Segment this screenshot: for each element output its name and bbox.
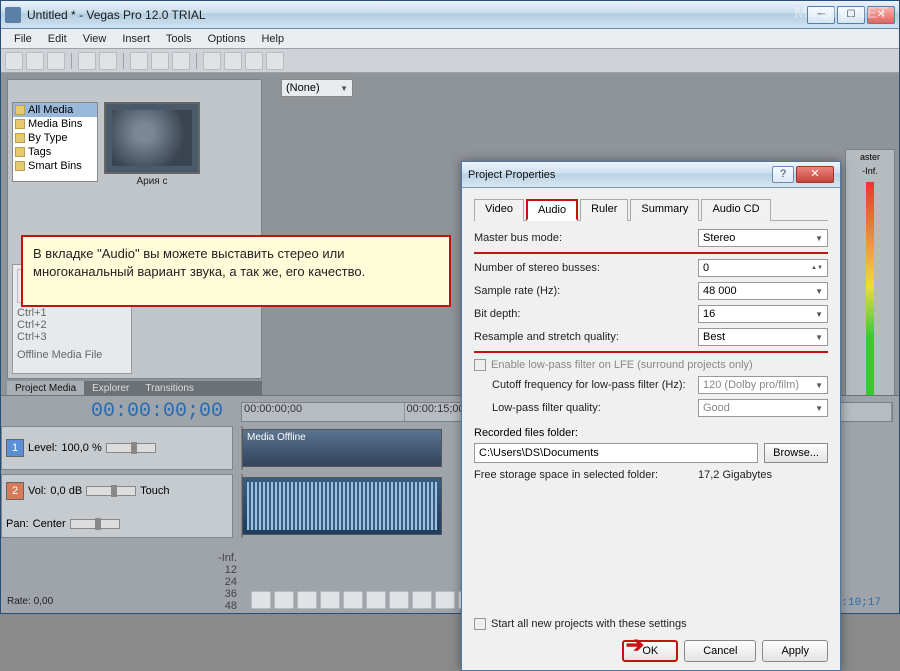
menubar: File Edit View Insert Tools Options Help [1, 29, 899, 49]
track-number: 1 [6, 439, 24, 457]
fx-none-dropdown[interactable]: (None)▼ [281, 79, 353, 97]
toolbar-button[interactable] [26, 52, 44, 70]
minimize-button[interactable]: ─ [807, 6, 835, 24]
toolbar-button[interactable] [224, 52, 242, 70]
free-space-value: 17,2 Gigabytes [698, 469, 828, 481]
apply-button[interactable]: Apply [762, 640, 828, 662]
sample-rate-dropdown[interactable]: 48 000▼ [698, 282, 828, 300]
tab-video[interactable]: Video [474, 199, 524, 221]
media-tree[interactable]: All Media Media Bins By Type Tags Smart … [12, 102, 98, 182]
video-track: 1 Level: 100,0 % Media Offline [1, 426, 233, 470]
dialog-titlebar[interactable]: Project Properties ? ✕ [462, 162, 840, 188]
main-toolbar [1, 49, 899, 73]
browse-button[interactable]: Browse... [764, 443, 828, 463]
dialog-title: Project Properties [468, 169, 555, 181]
tree-item[interactable]: By Type [28, 132, 68, 144]
video-clip[interactable]: Media Offline [242, 429, 442, 467]
automation-mode[interactable]: Touch [140, 485, 169, 497]
toolbar-button[interactable] [130, 52, 148, 70]
pause-icon[interactable] [343, 591, 363, 609]
toolbar-button[interactable] [151, 52, 169, 70]
lfe-checkbox[interactable] [474, 359, 486, 371]
menu-help[interactable]: Help [254, 31, 291, 47]
tree-item[interactable]: Tags [28, 146, 51, 158]
tree-item[interactable]: Media Bins [28, 118, 82, 130]
video-track-header[interactable]: 1 Level: 100,0 % [1, 426, 233, 470]
toolbar-button[interactable] [245, 52, 263, 70]
audio-track-header[interactable]: 2 Vol:0,0 dB Touch Pan:Center [1, 474, 233, 538]
help-icon[interactable]: ? [772, 166, 794, 183]
toolbar-button[interactable] [266, 52, 284, 70]
titlebar: Untitled * - Vegas Pro 12.0 TRIAL ─ ☐ ✕ [1, 1, 899, 29]
menu-insert[interactable]: Insert [115, 31, 157, 47]
loop-icon[interactable] [274, 591, 294, 609]
menu-file[interactable]: File [7, 31, 39, 47]
toolbar-button[interactable] [99, 52, 117, 70]
vol-slider[interactable] [86, 486, 136, 496]
tutorial-callout: В вкладке "Audio" вы можете выставить ст… [21, 235, 451, 307]
tree-item[interactable]: Smart Bins [28, 160, 82, 172]
maximize-button[interactable]: ☐ [837, 6, 865, 24]
toolbar-button[interactable] [78, 52, 96, 70]
menu-options[interactable]: Options [201, 31, 253, 47]
master-bus-dropdown[interactable]: Stereo▼ [698, 229, 828, 247]
project-properties-dialog: Project Properties ? ✕ Video Audio Ruler… [461, 161, 841, 671]
toolbar-button[interactable] [5, 52, 23, 70]
tab-summary[interactable]: Summary [630, 199, 699, 221]
toolbar-button[interactable] [172, 52, 190, 70]
stereo-busses-field[interactable]: 0▲▼ [698, 259, 828, 277]
stop-icon[interactable] [366, 591, 386, 609]
window-title: Untitled * - Vegas Pro 12.0 TRIAL [27, 8, 206, 22]
level-slider[interactable] [106, 443, 156, 453]
arrow-icon: ➔ [626, 632, 644, 658]
project-media-panel: All Media Media Bins By Type Tags Smart … [7, 79, 262, 379]
recorded-folder-label: Recorded files folder: [474, 427, 828, 439]
lpf-quality-dropdown: Good▼ [698, 399, 828, 417]
prev-frame-icon[interactable] [435, 591, 455, 609]
audio-track: 2 Vol:0,0 dB Touch Pan:Center -Inf. 12 2… [1, 474, 233, 538]
playback-rate[interactable]: Rate: 0,00 [7, 596, 53, 607]
menu-tools[interactable]: Tools [159, 31, 199, 47]
tab-audio[interactable]: Audio [526, 199, 578, 221]
start-all-checkbox[interactable] [474, 618, 486, 630]
timeline-transport [251, 591, 478, 609]
record-icon[interactable] [251, 591, 271, 609]
app-icon [5, 7, 21, 23]
media-thumbnail[interactable] [104, 102, 200, 174]
cancel-button[interactable]: Cancel [684, 640, 756, 662]
close-icon[interactable]: ✕ [796, 166, 834, 183]
toolbar-button[interactable] [203, 52, 221, 70]
play-icon[interactable] [320, 591, 340, 609]
pan-slider[interactable] [70, 519, 120, 529]
go-end-icon[interactable] [412, 591, 432, 609]
thumb-caption: Ария с [104, 176, 200, 187]
audio-clip[interactable] [242, 477, 442, 535]
dialog-tabs: Video Audio Ruler Summary Audio CD [474, 198, 828, 221]
play-start-icon[interactable] [297, 591, 317, 609]
resample-quality-dropdown[interactable]: Best▼ [698, 328, 828, 346]
bit-depth-dropdown[interactable]: 16▼ [698, 305, 828, 323]
menu-edit[interactable]: Edit [41, 31, 74, 47]
track-number: 2 [6, 482, 24, 500]
tab-audio-cd[interactable]: Audio CD [701, 199, 770, 221]
recorded-folder-field[interactable] [474, 443, 758, 463]
cutoff-dropdown: 120 (Dolby pro/film)▼ [698, 376, 828, 394]
close-button[interactable]: ✕ [867, 6, 895, 24]
tree-item[interactable]: All Media [28, 104, 73, 116]
tab-ruler[interactable]: Ruler [580, 199, 628, 221]
go-start-icon[interactable] [389, 591, 409, 609]
main-timecode[interactable]: 00:00:00;00 [91, 400, 223, 423]
menu-view[interactable]: View [76, 31, 114, 47]
toolbar-button[interactable] [47, 52, 65, 70]
